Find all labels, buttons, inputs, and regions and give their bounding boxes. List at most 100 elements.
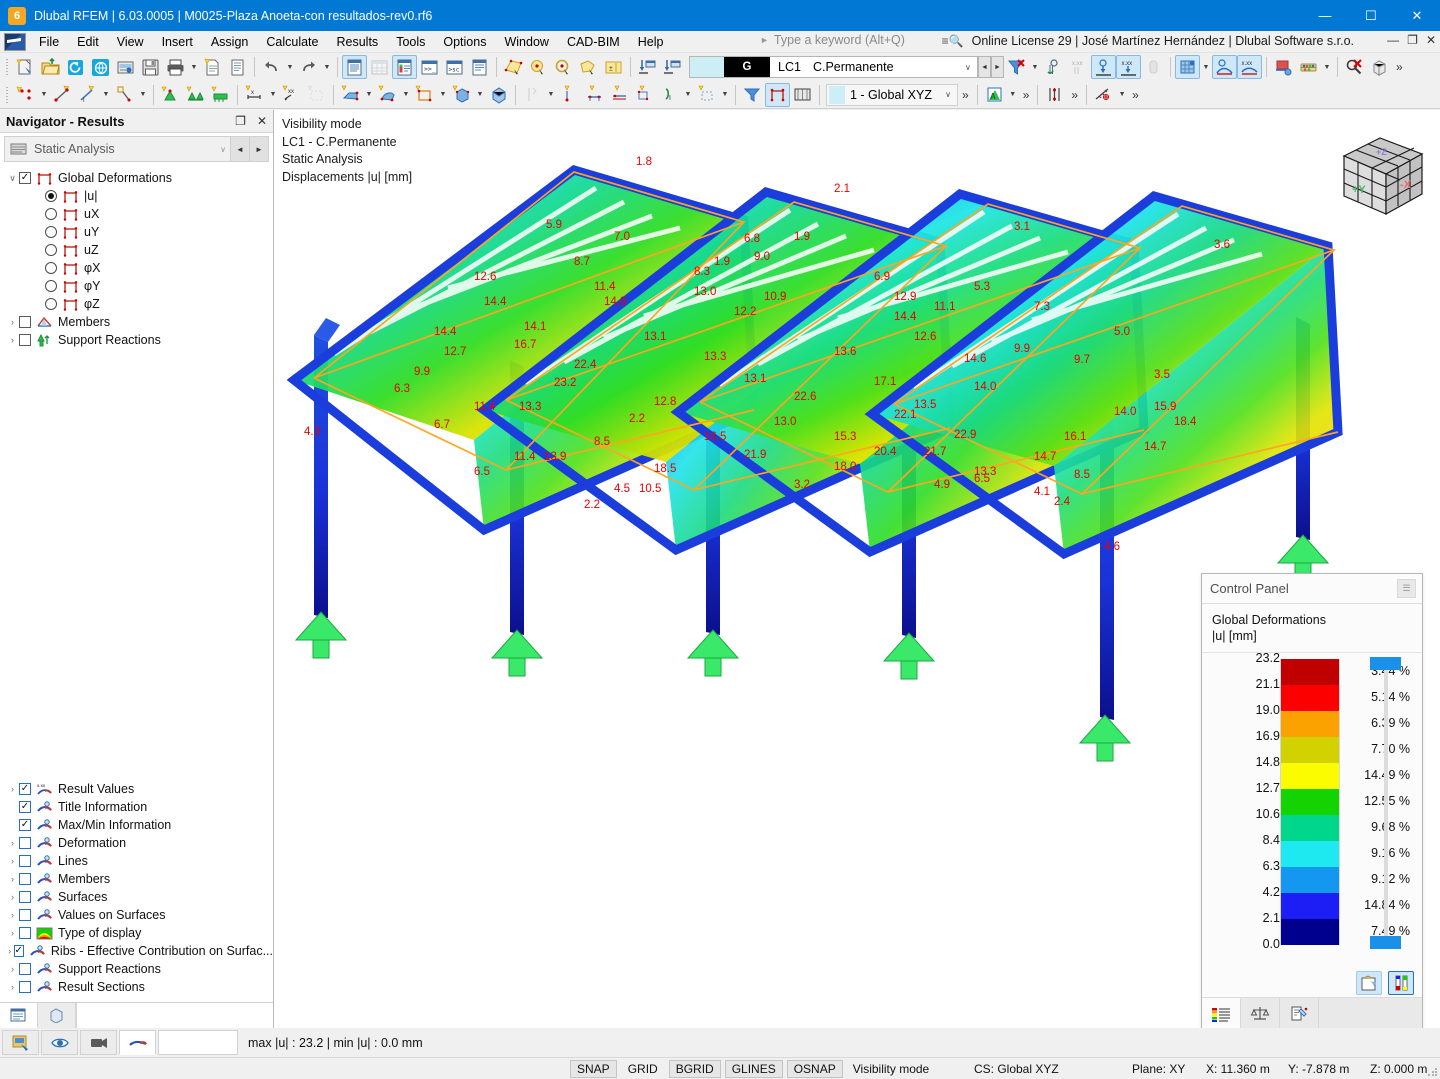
- checkbox-result-sections[interactable]: [19, 981, 31, 993]
- save-button[interactable]: [138, 55, 163, 79]
- line-release-button[interactable]: [520, 83, 545, 107]
- render-solid-button[interactable]: [1367, 55, 1392, 79]
- tree-item-u[interactable]: |u|: [0, 187, 273, 205]
- mdi-close-button[interactable]: ✕: [1426, 33, 1436, 47]
- analysis-prev-button[interactable]: ◄: [230, 137, 249, 161]
- new-member-button[interactable]: [112, 83, 137, 107]
- display-props-tab[interactable]: [1280, 998, 1319, 1029]
- status-toggle-grid[interactable]: GRID: [621, 1060, 665, 1078]
- legend-color-swatch[interactable]: [1280, 841, 1340, 867]
- member-nonlinearity-button[interactable]: I: [657, 83, 682, 107]
- print-panel-icon[interactable]: [1356, 971, 1382, 995]
- surfaces-dropdown-arrow[interactable]: ▼: [1200, 55, 1212, 79]
- legend-color-swatch[interactable]: [1280, 867, 1340, 893]
- legend-color-swatch[interactable]: [1280, 659, 1340, 685]
- print-dropdown-arrow[interactable]: ▼: [188, 55, 200, 79]
- analysis-type-selector[interactable]: Static Analysis ∨ ◄ ►: [4, 136, 269, 162]
- status-toggle-glines[interactable]: GLINES: [725, 1060, 783, 1078]
- radio-φX[interactable]: [45, 262, 57, 274]
- mesh-refinement-button[interactable]: [694, 83, 719, 107]
- solid-contact-button[interactable]: [486, 83, 511, 107]
- legend-color-swatch[interactable]: [1280, 893, 1340, 919]
- section-overflow-button[interactable]: »: [1019, 88, 1034, 102]
- nonlin-dropdown-arrow[interactable]: ▼: [682, 83, 694, 107]
- show-values-button[interactable]: x.xx: [1116, 55, 1141, 79]
- select-special-button[interactable]: ±: [601, 55, 626, 79]
- member-hinge-button[interactable]: [582, 83, 607, 107]
- redo-button[interactable]: [296, 55, 321, 79]
- color-scale-tab[interactable]: [1202, 998, 1241, 1029]
- checkbox-surfaces[interactable]: [19, 891, 31, 903]
- nodal-release-button[interactable]: [557, 83, 582, 107]
- expand-chevron-icon[interactable]: ›: [6, 838, 19, 848]
- tree-item-uz[interactable]: uZ: [0, 241, 273, 259]
- checkbox-support-reactions[interactable]: [19, 963, 31, 975]
- cs-chevron-down-icon[interactable]: ∨: [939, 90, 957, 99]
- result-diagram-button[interactable]: [1041, 55, 1066, 79]
- legend-color-swatch[interactable]: [1280, 711, 1340, 737]
- model-info-button[interactable]: [113, 55, 138, 79]
- expand-chevron-icon[interactable]: ›: [6, 928, 19, 938]
- measure-tool-button[interactable]: [1091, 83, 1116, 107]
- release-dropdown-arrow[interactable]: ▼: [545, 83, 557, 107]
- tree-item-z[interactable]: φZ: [0, 295, 273, 313]
- tree-item-support-reactions[interactable]: ›Support Reactions: [0, 331, 273, 349]
- printout-add-button[interactable]: [1271, 55, 1296, 79]
- cloud-model-button[interactable]: [88, 55, 113, 79]
- calculation-diagram-button[interactable]: [1296, 55, 1321, 79]
- tree-item-y[interactable]: φY: [0, 277, 273, 295]
- tree-item-result-values[interactable]: ›✓x.xxResult Values: [0, 780, 273, 798]
- expand-chevron-icon[interactable]: ›: [6, 964, 19, 974]
- reload-model-button[interactable]: [63, 55, 88, 79]
- radio-uY[interactable]: [45, 226, 57, 238]
- camera-icon[interactable]: [80, 1030, 117, 1055]
- measure-overflow-button[interactable]: »: [1128, 88, 1143, 102]
- checkbox-ribs-effective-contribution-on-surfac-[interactable]: ✓: [14, 945, 24, 957]
- line-dropdown-arrow[interactable]: ▼: [100, 83, 112, 107]
- view-cube[interactable]: +Y -X +Z: [1330, 128, 1432, 222]
- menu-options[interactable]: Options: [434, 32, 495, 52]
- legend-color-swatch[interactable]: [1280, 919, 1340, 945]
- surface-support-button[interactable]: [208, 83, 233, 107]
- color-table-button[interactable]: [392, 55, 417, 79]
- scale-slider-track[interactable]: [1384, 657, 1388, 949]
- expand-chevron-icon[interactable]: ›: [6, 784, 19, 794]
- tree-item-uy[interactable]: uY: [0, 223, 273, 241]
- printout-report-button[interactable]: [225, 55, 250, 79]
- visibility-mode-button[interactable]: [765, 83, 790, 107]
- section-dropdown-arrow[interactable]: ▼: [1007, 83, 1019, 107]
- tree-item-lines[interactable]: ›Lines: [0, 852, 273, 870]
- analysis-chevron-down-icon[interactable]: ∨: [220, 145, 230, 154]
- expand-chevron-icon[interactable]: ›: [6, 856, 19, 866]
- coordinate-label-button[interactable]: xx: [279, 83, 304, 107]
- status-toggle-osnap[interactable]: OSNAP: [787, 1060, 843, 1078]
- tree-item-members[interactable]: ›Members: [0, 870, 273, 888]
- new-line-dim-button[interactable]: I: [75, 83, 100, 107]
- console-button[interactable]: >>_: [417, 55, 442, 79]
- tree-item-deformation[interactable]: ›Deformation: [0, 834, 273, 852]
- scale-slider-thumb-top[interactable]: [1370, 657, 1401, 670]
- coordinate-system-selector[interactable]: 1 - Global XYZ ∨: [826, 84, 958, 106]
- delete-results-button[interactable]: [1342, 55, 1367, 79]
- toolbar2-grip[interactable]: [4, 85, 11, 105]
- tree-item-members[interactable]: ›Members: [0, 313, 273, 331]
- result-values-toggle-button[interactable]: x.xx: [1066, 55, 1091, 79]
- legend-color-swatch[interactable]: [1280, 685, 1340, 711]
- status-toggle-bgrid[interactable]: BGRID: [669, 1060, 721, 1078]
- open-model-button[interactable]: [38, 55, 63, 79]
- select-surface-button[interactable]: [501, 55, 526, 79]
- tree-item-result-sections[interactable]: ›Result Sections: [0, 978, 273, 996]
- radio-uX[interactable]: [45, 208, 57, 220]
- search-license-icon[interactable]: ≡🔍: [942, 34, 964, 48]
- undo-button[interactable]: [259, 55, 284, 79]
- menu-cad-bim[interactable]: CAD-BIM: [558, 32, 629, 52]
- expand-chevron-icon[interactable]: ›: [6, 874, 19, 884]
- visibility-eye-icon[interactable]: [41, 1030, 78, 1055]
- legend-color-swatch[interactable]: [1280, 815, 1340, 841]
- print-button[interactable]: [163, 55, 188, 79]
- checkbox-global-deformations[interactable]: ✓: [19, 172, 31, 184]
- line-support-button[interactable]: [183, 83, 208, 107]
- toolbar-overflow-button[interactable]: »: [1392, 60, 1407, 74]
- checkbox-type-of-display[interactable]: [19, 927, 31, 939]
- cs-overflow-button[interactable]: »: [958, 88, 973, 102]
